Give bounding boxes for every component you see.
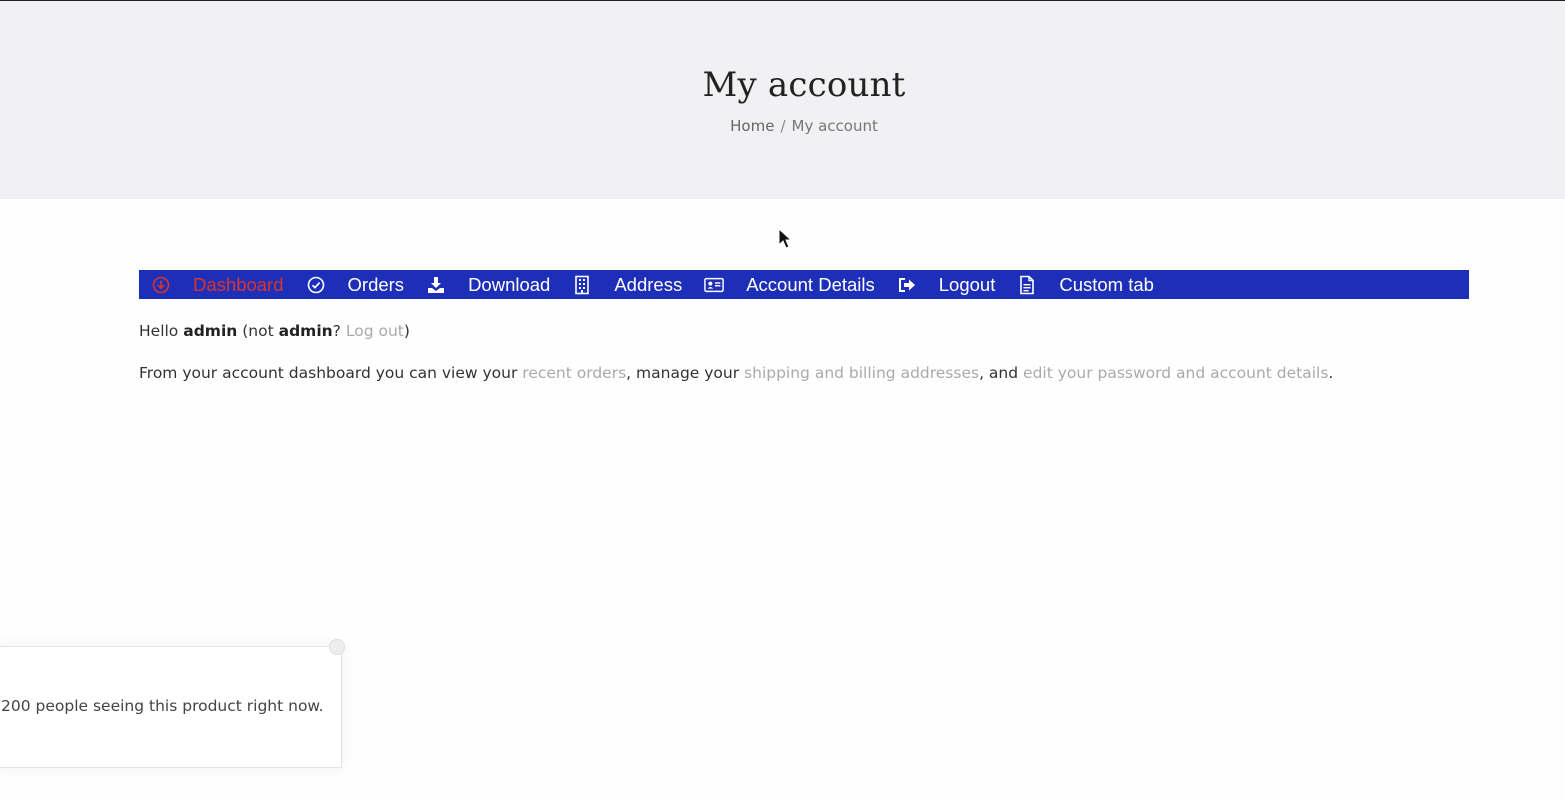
id-card-icon bbox=[704, 275, 725, 295]
nav-item-account-details[interactable]: Account Details bbox=[704, 274, 875, 296]
breadcrumb-current: My account bbox=[791, 117, 878, 135]
nav-item-label: Orders bbox=[347, 273, 405, 295]
greeting-username: admin bbox=[183, 322, 238, 340]
nav-item-label: Dashboard bbox=[193, 273, 284, 295]
nav-item-label: Address bbox=[614, 273, 683, 295]
dashboard-content: Hello admin (not admin? Log out) From yo… bbox=[139, 320, 1469, 404]
sales-notification-popup: 200 people seeing this product right now… bbox=[0, 639, 345, 768]
intro-and-text: , and bbox=[979, 364, 1019, 382]
greeting-question: ? bbox=[332, 322, 341, 340]
breadcrumb-separator: / bbox=[780, 117, 786, 135]
my-account-page: My account Home / My account Dashboard Ord… bbox=[0, 0, 1565, 800]
account-navigation: Dashboard Orders Download Address Accoun bbox=[139, 270, 1469, 299]
greeting-hello: Hello bbox=[139, 322, 179, 340]
breadcrumb-home-link[interactable]: Home bbox=[730, 117, 774, 135]
file-text-icon bbox=[1017, 275, 1037, 295]
download-icon bbox=[426, 275, 446, 295]
close-icon[interactable] bbox=[329, 639, 345, 655]
page-title: My account bbox=[702, 65, 906, 105]
nav-item-label: Account Details bbox=[746, 273, 875, 295]
logout-link[interactable]: Log out bbox=[346, 322, 404, 340]
greeting-close-paren: ) bbox=[403, 322, 410, 340]
intro-period: . bbox=[1328, 364, 1334, 382]
popup-message: 200 people seeing this product right now… bbox=[1, 697, 324, 715]
nav-item-orders[interactable]: Orders bbox=[306, 273, 405, 296]
dashboard-intro: From your account dashboard you can view… bbox=[139, 362, 1469, 384]
breadcrumb: Home / My account bbox=[0, 117, 1565, 135]
nav-item-label: Custom tab bbox=[1059, 273, 1154, 295]
check-circle-icon bbox=[306, 275, 326, 295]
mouse-cursor-icon bbox=[778, 228, 792, 249]
nav-item-download[interactable]: Download bbox=[426, 274, 550, 296]
nav-item-label: Logout bbox=[938, 273, 996, 295]
circle-arrow-down-icon bbox=[151, 275, 171, 295]
page-header: My account Home / My account bbox=[0, 0, 1565, 199]
nav-item-logout[interactable]: Logout bbox=[897, 273, 996, 296]
nav-item-dashboard[interactable]: Dashboard bbox=[151, 274, 284, 296]
recent-orders-link[interactable]: recent orders bbox=[522, 364, 626, 382]
sign-out-icon bbox=[897, 275, 917, 295]
intro-manage-text: , manage your bbox=[626, 364, 740, 382]
greeting-not: (not bbox=[242, 322, 274, 340]
nav-item-label: Download bbox=[468, 273, 551, 295]
nav-item-address[interactable]: Address bbox=[572, 274, 682, 296]
addresses-link[interactable]: shipping and billing addresses bbox=[744, 364, 979, 382]
intro-text: From your account dashboard you can view… bbox=[139, 364, 518, 382]
nav-item-custom-tab[interactable]: Custom tab bbox=[1017, 274, 1154, 296]
greeting-text: Hello admin (not admin? Log out) bbox=[139, 320, 1469, 342]
building-icon bbox=[572, 275, 592, 295]
greeting-not-username: admin bbox=[278, 322, 333, 340]
account-details-link[interactable]: edit your password and account details bbox=[1023, 364, 1328, 382]
